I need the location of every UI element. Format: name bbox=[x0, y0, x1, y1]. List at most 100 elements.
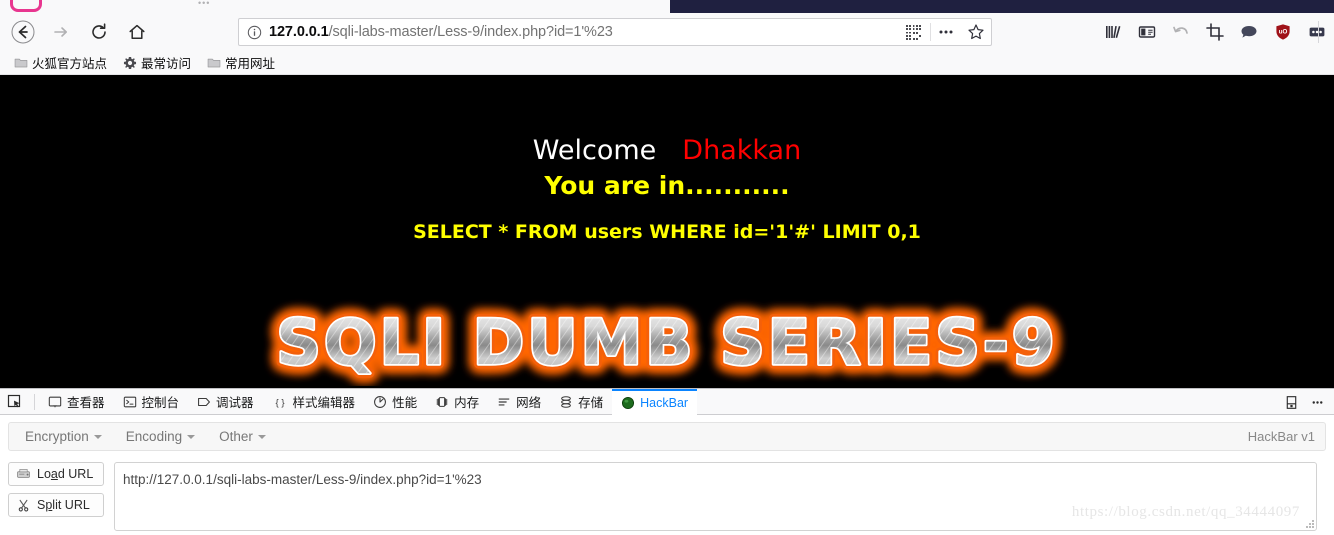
hackbar-menubar: Encryption Encoding Other HackBar v1 bbox=[8, 422, 1326, 451]
ublock-shield-icon: uO bbox=[1276, 24, 1290, 40]
undo-button[interactable] bbox=[1164, 18, 1198, 46]
tab-inspector[interactable]: 查看器 bbox=[39, 389, 114, 415]
chevron-down-icon bbox=[93, 434, 102, 439]
tab-console[interactable]: 控制台 bbox=[114, 389, 189, 415]
split-url-button[interactable]: Split URL bbox=[8, 493, 104, 517]
bookmark-button[interactable] bbox=[961, 23, 991, 41]
back-button[interactable] bbox=[6, 15, 40, 49]
network-icon bbox=[498, 397, 510, 406]
tab-label: 样式编辑器 bbox=[292, 396, 356, 410]
tab-label: 内存 bbox=[454, 396, 480, 410]
username-text: Dhakkan bbox=[682, 135, 802, 166]
console-icon bbox=[123, 396, 136, 407]
hackbar-version-label: HackBar v1 bbox=[1247, 429, 1315, 444]
bookmark-label: 火狐官方站点 bbox=[32, 57, 108, 71]
bookmarks-toolbar: 火狐官方站点 最常访问 常用网址 bbox=[0, 51, 1334, 75]
memory-icon bbox=[436, 396, 448, 407]
menu-label: Encoding bbox=[125, 429, 183, 444]
menu-label: Encryption bbox=[25, 429, 89, 444]
tab-hackbar[interactable]: HackBar bbox=[612, 388, 698, 415]
navigation-toolbar: 127.0.0.1/sqli-labs-master/Less-9/index.… bbox=[0, 13, 1334, 51]
home-button[interactable] bbox=[120, 15, 154, 49]
folder-icon bbox=[14, 58, 28, 67]
arrow-left-icon bbox=[11, 20, 35, 44]
devtools-options-icon bbox=[1312, 400, 1322, 404]
tab-ellipsis: ••• bbox=[198, 0, 211, 8]
identity-box[interactable] bbox=[239, 25, 269, 40]
button-label: Split URL bbox=[37, 498, 90, 512]
tab-indicator-pink[interactable] bbox=[10, 0, 42, 12]
tab-label: 性能 bbox=[392, 396, 418, 410]
inspector-icon bbox=[48, 396, 62, 407]
reload-icon bbox=[92, 23, 106, 39]
url-bar[interactable]: 127.0.0.1/sqli-labs-master/Less-9/index.… bbox=[238, 18, 992, 46]
tab-performance[interactable]: 性能 bbox=[364, 389, 426, 415]
tab-label: 网络 bbox=[516, 396, 542, 410]
hackbar-body: Load URL Split URL http://127.0.0.1/sqli… bbox=[8, 462, 1317, 531]
hackbar-button-column: Load URL Split URL bbox=[8, 462, 104, 531]
qr-code-button[interactable] bbox=[896, 24, 930, 41]
devtools-tabbar: 查看器 控制台 调试器 { } 样式编辑器 性能 内存 网络 存储 HackBa… bbox=[0, 388, 1334, 415]
forward-button[interactable] bbox=[44, 15, 78, 49]
url-textarea[interactable]: http://127.0.0.1/sqli-labs-master/Less-9… bbox=[114, 462, 1317, 531]
bookmark-item-firefox[interactable]: 火狐官方站点 bbox=[8, 52, 113, 73]
tab-storage[interactable]: 存储 bbox=[550, 389, 612, 415]
devtools-options-button[interactable] bbox=[1304, 389, 1330, 415]
bookmark-item-most-visited[interactable]: 最常访问 bbox=[117, 52, 197, 73]
url-path: /sqli-labs-master/Less-9/index.php?id=1'… bbox=[328, 24, 613, 40]
sidebar-button[interactable] bbox=[1130, 18, 1164, 46]
sidebar-icon bbox=[1138, 26, 1156, 38]
library-button[interactable] bbox=[1096, 18, 1130, 46]
load-url-button[interactable]: Load URL bbox=[8, 462, 104, 486]
url-input[interactable]: 127.0.0.1/sqli-labs-master/Less-9/index.… bbox=[269, 24, 896, 40]
home-icon bbox=[129, 24, 145, 39]
hackbar-icon bbox=[622, 396, 635, 409]
ellipsis-icon bbox=[939, 30, 953, 34]
info-circle-icon bbox=[247, 25, 261, 39]
status-line: You are in........... bbox=[544, 171, 790, 200]
bookmark-label: 常用网址 bbox=[225, 57, 276, 71]
tab-style-editor[interactable]: { } 样式编辑器 bbox=[263, 389, 365, 415]
url-textarea-value: http://127.0.0.1/sqli-labs-master/Less-9… bbox=[123, 472, 482, 487]
element-picker-icon bbox=[7, 394, 21, 407]
element-picker-button[interactable] bbox=[0, 389, 30, 415]
svg-text:uO: uO bbox=[1279, 29, 1288, 36]
tab-label: 控制台 bbox=[141, 396, 180, 410]
banner-image: SQLI DUMB SERIES-9 SQLI DUMB SERIES-9 SQ… bbox=[162, 298, 1172, 386]
performance-icon bbox=[374, 395, 387, 408]
screenshot-crop-icon bbox=[1206, 23, 1224, 41]
ublock-button[interactable]: uO bbox=[1266, 18, 1300, 46]
toolbar-extensions: uO bbox=[1096, 18, 1334, 46]
devtools-controls bbox=[1278, 389, 1330, 415]
page-actions-button[interactable] bbox=[931, 23, 961, 41]
tab-debugger[interactable]: 调试器 bbox=[188, 389, 263, 415]
chat-bubble-icon bbox=[1241, 26, 1257, 38]
menu-other[interactable]: Other bbox=[211, 426, 274, 447]
dock-position-button[interactable] bbox=[1278, 389, 1304, 415]
tab-network[interactable]: 网络 bbox=[488, 389, 550, 415]
tab-memory[interactable]: 内存 bbox=[426, 389, 488, 415]
textarea-resize-handle[interactable] bbox=[1305, 519, 1314, 528]
overflow-menu-button[interactable] bbox=[1300, 18, 1334, 46]
star-icon bbox=[968, 24, 984, 40]
active-tab[interactable] bbox=[670, 0, 1334, 13]
reload-button[interactable] bbox=[82, 15, 116, 49]
screenshot-button[interactable] bbox=[1198, 18, 1232, 46]
scissors-icon bbox=[18, 499, 29, 511]
bookmark-label: 最常访问 bbox=[141, 57, 192, 71]
tab-label: 查看器 bbox=[67, 396, 105, 410]
load-url-icon bbox=[17, 468, 30, 478]
svg-text:{ }: { } bbox=[275, 397, 285, 408]
chat-button[interactable] bbox=[1232, 18, 1266, 46]
arrow-right-icon bbox=[54, 27, 67, 37]
menu-encoding[interactable]: Encoding bbox=[118, 426, 203, 447]
chevron-down-icon bbox=[257, 434, 266, 439]
folder-icon bbox=[207, 58, 221, 67]
undo-icon bbox=[1173, 26, 1188, 34]
sql-query-text: SELECT * FROM users WHERE id='1'#' LIMIT… bbox=[413, 221, 921, 243]
sqli-dumb-banner: SQLI DUMB SERIES-9 SQLI DUMB SERIES-9 SQ… bbox=[0, 297, 1334, 387]
bookmark-item-common-sites[interactable]: 常用网址 bbox=[201, 52, 281, 73]
style-editor-icon: { } bbox=[275, 397, 285, 408]
devtools-divider bbox=[34, 393, 35, 410]
menu-encryption[interactable]: Encryption bbox=[17, 426, 110, 447]
